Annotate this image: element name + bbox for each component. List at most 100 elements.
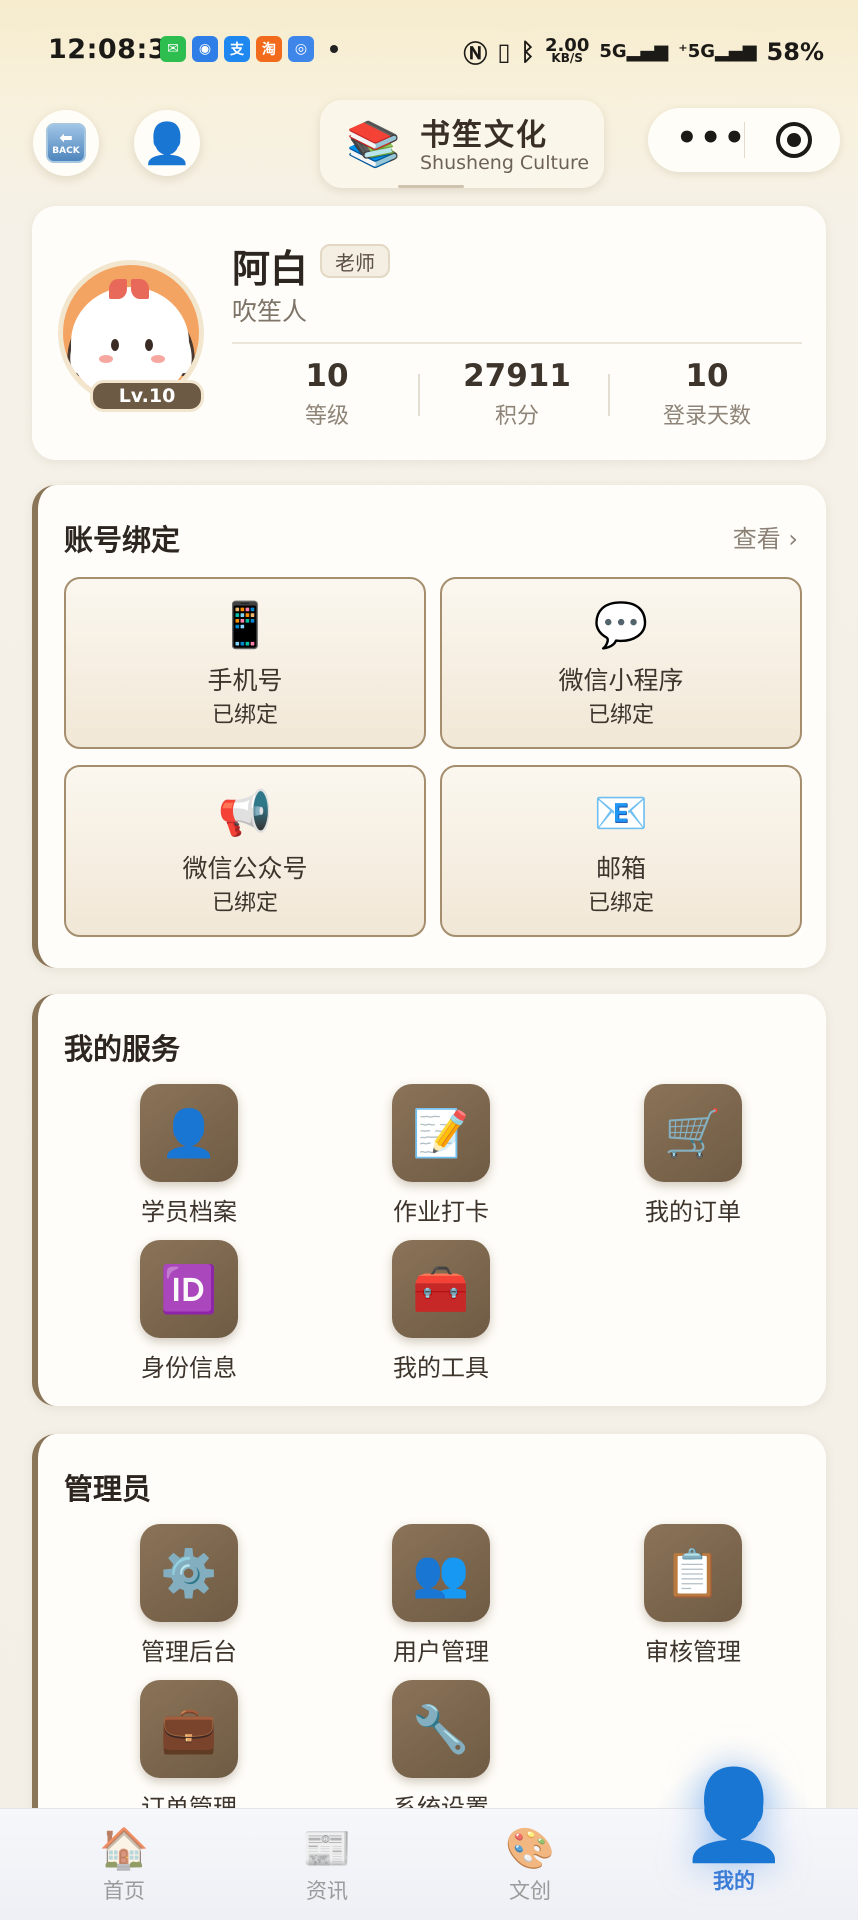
capsule-divider xyxy=(744,122,745,158)
avatar-bow xyxy=(109,279,149,301)
stat-level: 10 等级 xyxy=(237,358,417,430)
profile-card: Lv.10 阿白 老师 吹笙人 10 等级 27911 积分 10 登录天数 xyxy=(32,206,826,460)
back-button[interactable]: ⬅ BACK xyxy=(33,110,99,176)
admin-dashboard[interactable]: ⚙️ 管理后台 xyxy=(89,1524,289,1667)
service-student-records[interactable]: 👤 学员档案 xyxy=(89,1084,289,1227)
nfc-icon: Ⓝ xyxy=(463,40,488,68)
stat-label: 等级 xyxy=(304,404,349,429)
id-icon: 🆔 xyxy=(140,1240,238,1338)
speech-bubble-icon: 💬 xyxy=(593,600,649,651)
netspeed-unit: KB/S xyxy=(551,50,583,65)
cart-icon: 🛒 xyxy=(644,1084,742,1182)
stat-value: 10 xyxy=(305,358,349,394)
binding-status: 已绑定 xyxy=(211,891,278,916)
back-icon: ⬅ BACK xyxy=(46,123,86,163)
user-icon: 👤 xyxy=(140,1084,238,1182)
gear-icon: ⚙️ xyxy=(140,1524,238,1622)
more-menu-button[interactable]: ••• xyxy=(676,118,747,158)
binding-name: 微信公众号 xyxy=(182,854,308,883)
app-subtitle: Shusheng Culture xyxy=(420,152,590,174)
user-name: 阿白 xyxy=(232,247,309,291)
binding-email[interactable]: 📧 邮箱 已绑定 xyxy=(440,765,802,937)
status-indicators: Ⓝ ▯ ᛒ 2.00 KB/S 5G▂▄▆ ⁺5G▂▄▆ 58% xyxy=(463,34,824,69)
binding-name: 邮箱 xyxy=(595,854,646,883)
avatar-eye-right xyxy=(145,339,153,351)
binding-wechat-official[interactable]: 📢 微信公众号 已绑定 xyxy=(64,765,426,937)
tab-cultural-creative[interactable]: 🎨 文创 xyxy=(460,1827,600,1905)
service-identity-info[interactable]: 🆔 身份信息 xyxy=(89,1240,289,1383)
stat-label: 登录天数 xyxy=(662,404,751,429)
miniprogram-capsule: ••• xyxy=(648,108,840,172)
taobao-icon: 淘 xyxy=(256,36,282,62)
binding-phone[interactable]: 📱 手机号 已绑定 xyxy=(64,577,426,749)
service-label: 学员档案 xyxy=(141,1198,237,1226)
memo-icon: 📝 xyxy=(392,1084,490,1182)
tab-news[interactable]: 📰 资讯 xyxy=(257,1827,397,1905)
stat-value: 27911 xyxy=(463,358,571,394)
service-label: 我的工具 xyxy=(393,1354,489,1382)
alipay-icon: 支 xyxy=(224,36,250,62)
view-binding-link[interactable]: 查看 › xyxy=(733,519,798,554)
stat-label: 积分 xyxy=(494,404,539,429)
user-icon: 👤 xyxy=(142,120,192,167)
email-icon: 📧 xyxy=(593,788,649,839)
phone-icon: 📱 xyxy=(217,600,273,651)
avatar-eye-left xyxy=(111,339,119,351)
network-type: 5G xyxy=(599,41,627,62)
service-label: 身份信息 xyxy=(141,1354,237,1382)
user-icon: 👤 xyxy=(679,1763,789,1866)
tab-home[interactable]: 🏠 首页 xyxy=(54,1827,194,1905)
admin-label: 管理后台 xyxy=(141,1638,237,1666)
service-homework-checkin[interactable]: 📝 作业打卡 xyxy=(341,1084,541,1227)
bottom-tab-bar: 🏠 首页 📰 资讯 🎨 文创 👤 我的 xyxy=(0,1765,858,1920)
tab-label: 资讯 xyxy=(306,1879,348,1903)
chat-icon: ◉ xyxy=(192,36,218,62)
section-title: 我的服务 xyxy=(64,1032,181,1066)
status-bar: 12:08:38 ✉ ◉ 支 淘 ◎ Ⓝ ▯ ᛒ 2.00 KB/S 5G▂▄▆… xyxy=(0,0,858,100)
tab-label: 文创 xyxy=(509,1879,551,1903)
my-services-card: 我的服务 👤 学员档案 📝 作业打卡 🛒 我的订单 🆔 身份信息 🧰 我的工具 xyxy=(32,994,826,1406)
avatar-blush-left xyxy=(99,355,113,363)
profile-divider xyxy=(232,342,802,344)
briefcase-icon: 💼 xyxy=(140,1680,238,1778)
admin-user-management[interactable]: 👥 用户管理 xyxy=(341,1524,541,1667)
back-label: BACK xyxy=(52,145,80,156)
service-my-tools[interactable]: 🧰 我的工具 xyxy=(341,1240,541,1383)
megaphone-icon: 📢 xyxy=(217,788,273,839)
app-title-pill[interactable]: 📚 书笙文化 Shusheng Culture xyxy=(320,100,604,188)
stat-points: 27911 积分 xyxy=(427,358,607,430)
more-notifications-dot xyxy=(330,45,338,53)
books-icon: 📚 xyxy=(346,119,401,170)
stat-login-days: 10 登录天数 xyxy=(617,358,797,430)
binding-name: 微信小程序 xyxy=(558,666,684,695)
bluetooth-icon: ᛒ xyxy=(520,37,535,66)
network-speed: 2.00 KB/S xyxy=(545,36,589,65)
user-title: 吹笙人 xyxy=(232,297,308,326)
binding-status: 已绑定 xyxy=(587,891,654,916)
signal2-icon: ⁺5G▂▄▆ xyxy=(678,41,757,62)
user-center-button[interactable]: 👤 xyxy=(134,110,200,176)
level-badge: Lv.10 xyxy=(90,380,204,412)
role-tag: 老师 xyxy=(320,244,390,278)
binding-name: 手机号 xyxy=(207,666,283,695)
stat-divider xyxy=(608,374,610,416)
binding-status: 已绑定 xyxy=(587,703,654,728)
tab-mine[interactable]: 👤 我的 xyxy=(664,1765,804,1895)
admin-system-settings[interactable]: 🔧 系统设置 xyxy=(341,1680,541,1823)
close-miniprogram-button[interactable] xyxy=(776,122,812,158)
clipboard-icon: 📋 xyxy=(644,1524,742,1622)
admin-review-management[interactable]: 📋 审核管理 xyxy=(593,1524,793,1667)
admin-order-management[interactable]: 💼 订单管理 xyxy=(89,1680,289,1823)
palette-icon: 🎨 xyxy=(505,1826,555,1872)
service-label: 我的订单 xyxy=(645,1198,741,1226)
vibrate-icon: ▯ xyxy=(497,37,511,66)
app-title: 书笙文化 xyxy=(420,118,548,153)
battery-level: 58% xyxy=(766,37,824,66)
tab-label: 首页 xyxy=(103,1879,145,1903)
service-my-orders[interactable]: 🛒 我的订单 xyxy=(593,1084,793,1227)
avatar-blush-right xyxy=(151,355,165,363)
section-title: 账号绑定 xyxy=(64,523,181,557)
notification-icons: ✉ ◉ 支 淘 ◎ xyxy=(160,36,338,62)
network2-type: ⁺5G xyxy=(678,41,716,62)
binding-wechat-miniprogram[interactable]: 💬 微信小程序 已绑定 xyxy=(440,577,802,749)
